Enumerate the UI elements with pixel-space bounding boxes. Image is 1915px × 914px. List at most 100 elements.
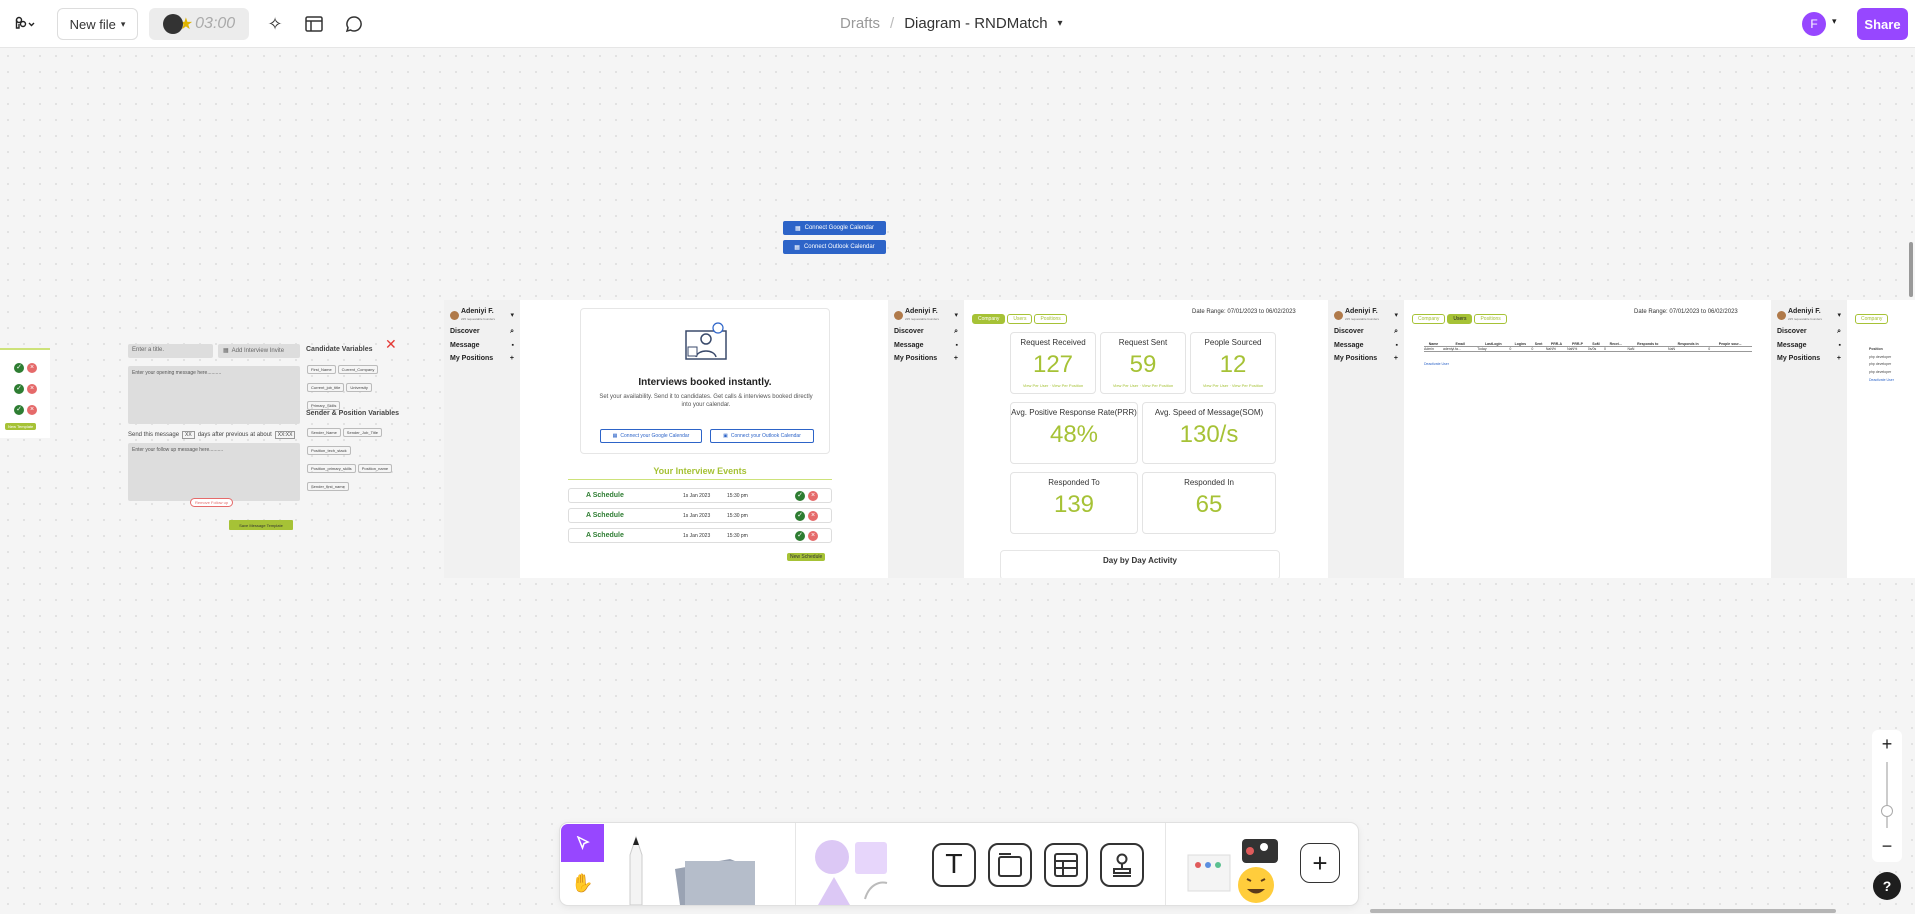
more-tools-button[interactable]: + (1300, 843, 1340, 883)
move-tool-button[interactable] (561, 824, 604, 862)
list-item[interactable]: php developer (1869, 361, 1894, 369)
tab-users[interactable]: Users (1007, 314, 1033, 324)
avatar[interactable]: F (1802, 12, 1826, 36)
approve-icon[interactable]: ✓ (795, 510, 805, 521)
user-switcher[interactable]: Adeniyi F. 225 requestable founders ▾ (450, 308, 514, 322)
new-schedule-button[interactable]: New Schedule (787, 553, 826, 561)
section-tool-button[interactable] (988, 843, 1032, 887)
view-per-user-link[interactable]: View Per User (1113, 383, 1139, 388)
sidebar-item-positions[interactable]: My Positions + (1777, 355, 1841, 362)
layout-button[interactable] (301, 8, 327, 40)
deactivate-user-link[interactable]: Deactivate User (1424, 362, 1449, 366)
main-menu-button[interactable] (10, 8, 40, 40)
stamp-tool-button[interactable] (1100, 843, 1144, 887)
new-file-button[interactable]: New file ▾ (57, 8, 138, 40)
approve-icon[interactable]: ✓ (14, 363, 24, 373)
remove-followup-button[interactable]: Remove Follow up (190, 498, 234, 507)
file-name[interactable]: Diagram - RNDMatch (904, 15, 1047, 32)
variable-chip[interactable]: Sender_first_name (307, 482, 349, 491)
variable-chip[interactable]: Position_tech_stack (307, 446, 351, 455)
tab-positions[interactable]: Positions (1034, 314, 1067, 324)
approve-icon[interactable]: ✓ (14, 384, 24, 394)
variable-chip[interactable]: University (346, 383, 372, 392)
sidebar-item-message[interactable]: Message ▪ (1334, 342, 1398, 349)
approve-icon[interactable]: ✓ (795, 530, 805, 541)
date-range[interactable]: Date Range: 07/01/2023 to 06/02/2023 (1192, 309, 1296, 315)
chevron-down-icon[interactable]: ▾ (1832, 16, 1837, 27)
table-tool-button[interactable] (1044, 843, 1088, 887)
reject-icon[interactable]: × (27, 384, 37, 394)
save-template-button[interactable]: Save Message Template (229, 520, 293, 530)
table-row[interactable]: Admin adeniyi.fa... Today 0 0 NaN% NaN% 0s/0s 0 N… (1424, 347, 1752, 352)
dashboard-users-frame[interactable]: Adeniyi F. 225 requestable founders ▾ Dis… (1328, 300, 1771, 578)
approve-icon[interactable]: ✓ (795, 490, 805, 501)
title-input[interactable]: Enter a title. (128, 344, 213, 358)
sidebar-item-discover[interactable]: Discover ⌕ (450, 328, 514, 336)
shapes-tool-button[interactable] (810, 837, 890, 905)
sidebar-item-message[interactable]: Message ▪ (450, 342, 514, 349)
variable-chip[interactable]: Current_Company (337, 365, 379, 374)
view-per-user-link[interactable]: View Per User (1023, 383, 1049, 388)
close-icon[interactable]: ✕ (385, 336, 397, 353)
pencil-tool-button[interactable] (622, 835, 650, 906)
sidebar-item-discover[interactable]: Discover ⌕ (1334, 328, 1398, 336)
connect-google-calendar-button[interactable]: ▦ Connect Google Calendar (783, 221, 886, 235)
variable-chip[interactable]: Current_job_title (307, 383, 345, 392)
text-tool-button[interactable]: T (932, 843, 976, 887)
timer-widget[interactable]: ★ 03:00 (149, 8, 249, 40)
horizontal-scrollbar[interactable] (1370, 909, 1836, 913)
connect-outlook-calendar-button[interactable]: ▦ Connect Outlook Calendar (783, 240, 886, 254)
dashboard-company-frame[interactable]: Adeniyi F. 225 requestable founders ▾ Dis… (888, 300, 1328, 578)
widgets-tool-button[interactable] (1184, 833, 1284, 903)
view-per-position-link[interactable]: View Per Position (1142, 383, 1173, 388)
tab-company[interactable]: Company (972, 314, 1006, 324)
list-item[interactable]: php developer (1869, 369, 1894, 377)
sticky-notes-tool-button[interactable] (670, 839, 760, 905)
reject-icon[interactable]: × (808, 510, 818, 521)
sidebar-item-positions[interactable]: My Positions + (450, 355, 514, 362)
zoom-in-button[interactable]: + (1872, 734, 1902, 755)
user-switcher[interactable]: Adeniyi F. 225 requestable founders ▾ (1334, 308, 1398, 322)
zoom-slider-thumb[interactable] (1881, 805, 1893, 817)
view-per-position-link[interactable]: View Per Position (1232, 383, 1263, 388)
user-switcher[interactable]: Adeniyi F. 225 requestable founders ▾ (894, 308, 958, 322)
tab-company[interactable]: Company (1855, 314, 1889, 324)
zoom-out-button[interactable]: − (1872, 836, 1902, 857)
variable-chip[interactable]: Position_primary_skills (307, 464, 356, 473)
reject-icon[interactable]: × (808, 490, 818, 501)
sidebar-item-discover[interactable]: Discover ⌕ (894, 328, 958, 336)
variable-chip[interactable]: Position_name (357, 464, 393, 473)
tab-company[interactable]: Company (1412, 314, 1446, 324)
days-input[interactable]: XX (182, 431, 195, 439)
interview-invite-button[interactable]: ▦ Add Interview Invite (218, 344, 300, 358)
reject-icon[interactable]: × (808, 530, 818, 541)
new-template-button[interactable]: New Template (5, 423, 37, 430)
connect-google-calendar-link[interactable]: ▦ Connect your Google Calendar (600, 429, 702, 443)
view-per-user-link[interactable]: View Per User (1203, 383, 1229, 388)
comment-button[interactable] (341, 8, 367, 40)
variable-chip[interactable]: First_Name (307, 365, 336, 374)
sidebar-item-message[interactable]: Message ▪ (1777, 342, 1841, 349)
help-button[interactable]: ? (1873, 872, 1901, 900)
schedule-row[interactable]: A Schedule 1s Jan 2023 15:30 pm ✓ × (568, 488, 832, 503)
ai-sparkle-button[interactable]: ✧ (262, 8, 288, 40)
hand-tool-button[interactable]: ✋ (561, 864, 604, 902)
share-button[interactable]: Share (1857, 8, 1908, 40)
variable-chip[interactable]: Sender_Job_Title (342, 428, 383, 437)
view-per-position-link[interactable]: View Per Position (1052, 383, 1083, 388)
reject-icon[interactable]: × (27, 405, 37, 415)
zoom-slider-track[interactable] (1886, 762, 1888, 828)
approve-icon[interactable]: ✓ (14, 405, 24, 415)
list-item[interactable]: php developer (1869, 354, 1894, 362)
sidebar-item-positions[interactable]: My Positions + (1334, 355, 1398, 362)
sidebar-item-message[interactable]: Message ▪ (894, 342, 958, 349)
tab-positions[interactable]: Positions (1474, 314, 1507, 324)
vertical-scrollbar[interactable] (1909, 242, 1913, 297)
opening-message-textarea[interactable]: Enter your opening message here.........… (128, 366, 300, 424)
sidebar-item-discover[interactable]: Discover ⌕ (1777, 328, 1841, 336)
user-switcher[interactable]: Adeniyi F. 225 requestable founders ▾ (1777, 308, 1841, 322)
schedule-row[interactable]: A Schedule 1s Jan 2023 15:30 pm ✓ × (568, 508, 832, 523)
date-range[interactable]: Date Range: 07/01/2023 to 06/02/2023 (1634, 309, 1738, 315)
dashboard-positions-frame[interactable]: Adeniyi F. 225 requestable founders ▾ Dis… (1771, 300, 1915, 578)
variable-chip[interactable]: Sender_Name (307, 428, 341, 437)
